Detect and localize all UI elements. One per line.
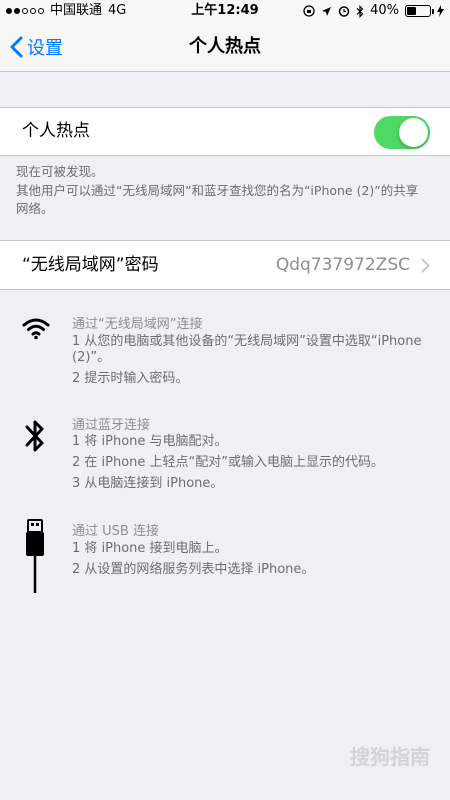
bluetooth-step-2: 2 在 iPhone 上轻点“配对”或输入电脑上显示的代码。 — [72, 455, 385, 470]
wifi-step-2: 2 提示时输入密码。 — [72, 371, 189, 386]
location-icon — [322, 6, 332, 16]
wifi-password-value: Qdq737972ZSC — [275, 255, 410, 275]
usb-step-2: 2 从设置的网络服务列表中选择 iPhone。 — [72, 562, 315, 577]
bluetooth-step-1: 1 将 iPhone 与电脑配对。 — [72, 434, 228, 449]
chevron-right-icon — [421, 258, 430, 273]
watermark: 搜狗指南 — [350, 745, 430, 769]
bluetooth-step-3: 3 从电脑连接到 iPhone。 — [72, 476, 224, 491]
battery-percent: 40% — [370, 3, 399, 18]
toggle-knob — [399, 118, 428, 147]
discoverable-status: 现在可被发现。 — [16, 164, 104, 179]
page-title: 个人热点 — [189, 36, 261, 57]
usb-step-1: 1 将 iPhone 接到电脑上。 — [72, 541, 228, 556]
wifi-password-cell[interactable]: “无线局域网”密码 Qdq737972ZSC — [0, 240, 450, 290]
alarm-icon — [338, 6, 350, 17]
bluetooth-icon — [25, 420, 44, 452]
status-bar: 中国联通 4G 上午12:49 40% — [0, 0, 450, 22]
hotspot-label: 个人热点 — [22, 121, 90, 141]
battery-icon — [405, 5, 434, 17]
status-right: 40% — [303, 0, 444, 22]
wifi-password-label: “无线局域网”密码 — [22, 255, 159, 275]
bluetooth-status-icon — [356, 4, 364, 18]
usb-cable-icon — [26, 519, 44, 593]
charging-icon — [437, 5, 444, 17]
wifi-icon — [22, 318, 50, 340]
wifi-step-1: 1 从您的电脑或其他设备的“无线局域网”设置中选取“iPhone (2)”。 — [72, 334, 422, 365]
navigation-bar: 设置 个人热点 — [0, 22, 450, 72]
usb-instructions-title: 通过 USB 连接 — [72, 524, 159, 539]
hotspot-toggle[interactable] — [374, 116, 430, 149]
bluetooth-instructions-title: 通过蓝牙连接 — [72, 418, 151, 433]
wifi-instructions-title: 通过“无线局域网”连接 — [72, 317, 203, 332]
screen-rotation-lock-icon — [303, 5, 315, 17]
discoverable-description: 其他用户可以通过“无线局域网”和蓝牙查找您的名为“iPhone (2)”的共享网… — [16, 183, 419, 216]
hotspot-cell: 个人热点 — [0, 107, 450, 156]
